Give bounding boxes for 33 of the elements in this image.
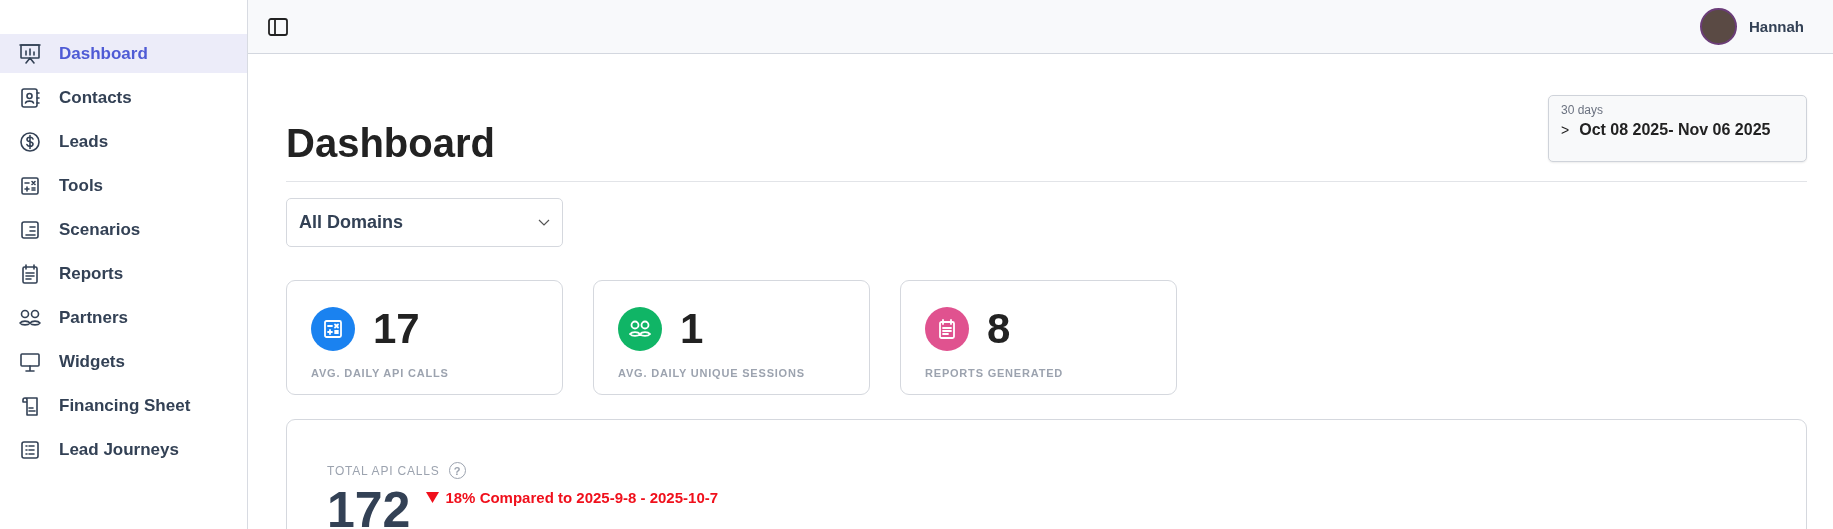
date-range-picker[interactable]: 30 days > Oct 08 2025- Nov 06 2025 — [1548, 95, 1807, 162]
page-title: Dashboard — [286, 121, 495, 166]
sidebar-toggle-icon[interactable] — [268, 17, 288, 36]
sidebar-item[interactable]: Leads — [0, 122, 247, 161]
trend-text: 18% Compared to 2025-9-8 - 2025-10-7 — [445, 489, 719, 506]
contact-card-icon — [18, 85, 42, 110]
sidebar-item[interactable]: Financing Sheet — [0, 386, 247, 425]
domain-select[interactable]: All Domains — [286, 198, 563, 247]
chevron: > — [1561, 122, 1570, 138]
dollar-icon — [18, 129, 42, 154]
stat-label: AVG. DAILY API CALLS — [311, 367, 450, 379]
date-range-text: Oct 08 2025- Nov 06 2025 — [1579, 121, 1771, 139]
stat-value: 1 — [680, 305, 704, 353]
presentation-board-icon — [18, 41, 42, 66]
total-label: TOTAL API CALLS — [327, 463, 440, 478]
sidebar-item[interactable]: Lead Journeys — [0, 430, 247, 469]
stat-label: AVG. DAILY UNIQUE SESSIONS — [618, 367, 806, 379]
stat-value: 8 — [987, 305, 1011, 353]
stat-value: 17 — [373, 305, 420, 353]
sidebar-item[interactable]: Scenarios — [0, 210, 247, 249]
date-range-caption: 30 days — [1561, 103, 1605, 117]
down-triangle-icon — [426, 492, 440, 503]
sidebar-item[interactable]: Widgets — [0, 342, 247, 381]
user-name[interactable]: Hannah — [1749, 18, 1804, 35]
sidebar-item[interactable]: Reports — [0, 254, 247, 293]
sidebar-item[interactable]: Dashboard — [0, 34, 247, 73]
sidebar-item[interactable]: Contacts — [0, 78, 247, 117]
caret-icon — [538, 218, 550, 227]
sidebar-item[interactable]: Tools — [0, 166, 247, 205]
total-value: 172 — [327, 485, 411, 529]
stat-label: REPORTS GENERATED — [925, 367, 1065, 379]
avatar[interactable] — [1700, 8, 1737, 45]
sidebar-item[interactable]: Partners — [0, 298, 247, 337]
